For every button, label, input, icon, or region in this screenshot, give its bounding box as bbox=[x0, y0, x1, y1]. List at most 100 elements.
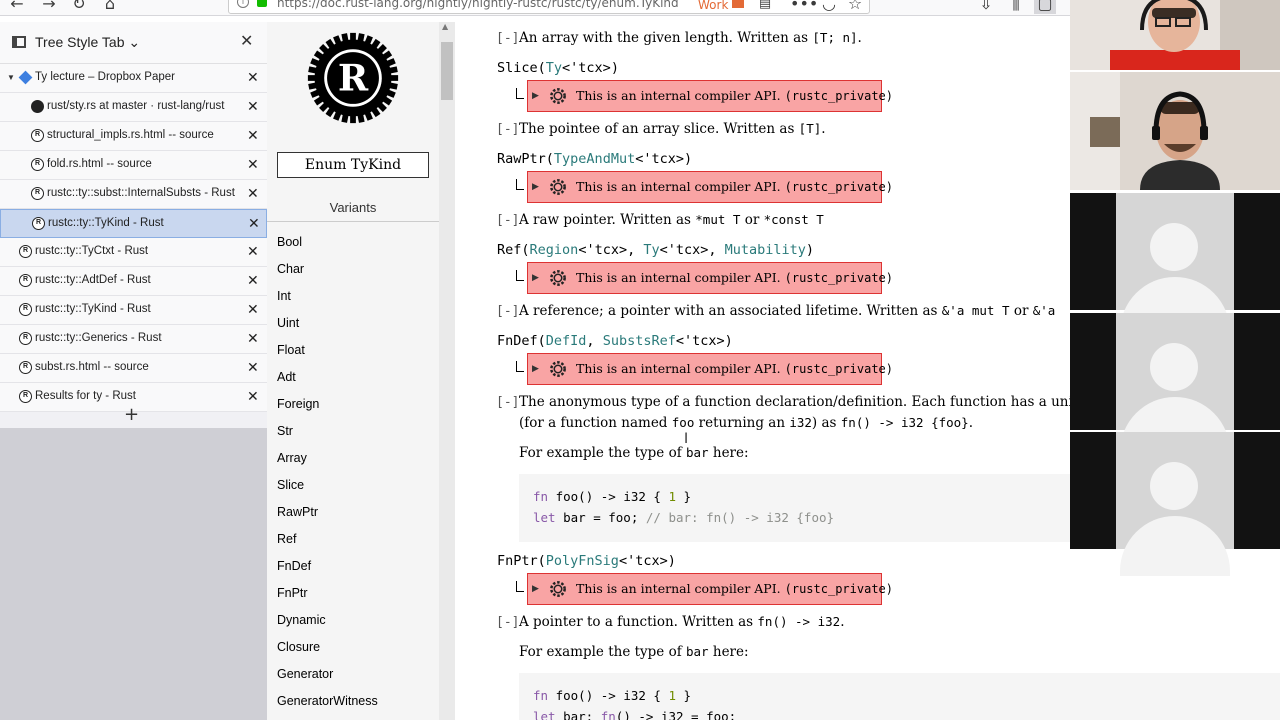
container-icon bbox=[732, 0, 744, 8]
tab-tree: ▼ Ty lecture – Dropbox Paper ✕ rust/sty.rs … bbox=[0, 64, 267, 412]
gear-icon bbox=[550, 581, 566, 597]
tab-tree-empty-area[interactable] bbox=[0, 428, 267, 720]
tab-item[interactable]: Rsubst.rs.html -- source ✕ bbox=[0, 354, 267, 383]
close-tab-icon[interactable]: ✕ bbox=[248, 215, 260, 232]
close-tab-icon[interactable]: ✕ bbox=[247, 98, 259, 115]
sidebar-toggle-icon[interactable]: ▢ bbox=[1034, 0, 1056, 14]
twisty-icon[interactable]: ▼ bbox=[7, 73, 15, 82]
close-tab-icon[interactable]: ✕ bbox=[247, 330, 259, 347]
collapse-toggle[interactable]: [-] bbox=[496, 615, 519, 630]
scroll-up-arrow-icon[interactable]: ▲ bbox=[442, 22, 448, 31]
variant-link[interactable]: Ref bbox=[277, 529, 378, 556]
back-icon[interactable]: ← bbox=[6, 0, 28, 14]
video-participant-placeholder bbox=[1070, 193, 1280, 337]
unstable-banner[interactable]: ▶ This is an internal compiler API. (rust… bbox=[527, 262, 893, 294]
sidebar-scroll-thumb[interactable] bbox=[441, 42, 453, 100]
tab-item[interactable]: Rrustc::ty::subst::InternalSubsts - Rust… bbox=[0, 180, 267, 209]
tab-item[interactable]: Rrustc::ty::TyKind - Rust ✕ bbox=[0, 209, 267, 238]
code-line: let bar: fn() -> i32 = foo; bbox=[533, 709, 737, 720]
expand-arrow-icon[interactable]: ▶ bbox=[532, 574, 539, 604]
close-tab-icon[interactable]: ✕ bbox=[247, 301, 259, 318]
rust-icon: R bbox=[19, 303, 32, 316]
tab-label: rustc::ty::TyKind - Rust bbox=[48, 217, 164, 229]
variant-signature-rawptr: RawPtr(TypeAndMut<'tcx>) bbox=[497, 151, 693, 167]
variant-link[interactable]: Generator bbox=[277, 664, 378, 691]
rust-icon: R bbox=[31, 158, 44, 171]
pocket-icon[interactable]: ◡ bbox=[818, 0, 840, 14]
close-tab-icon[interactable]: ✕ bbox=[247, 243, 259, 260]
tree-corner bbox=[516, 88, 524, 99]
lock-icon bbox=[257, 0, 267, 7]
close-tab-icon[interactable]: ✕ bbox=[247, 388, 259, 405]
variant-link[interactable]: Array bbox=[277, 448, 378, 475]
variant-link[interactable]: Float bbox=[277, 340, 378, 367]
tab-item[interactable]: Rrustc::ty::TyKind - Rust ✕ bbox=[0, 296, 267, 325]
variants-header[interactable]: Variants bbox=[267, 194, 439, 222]
home-icon[interactable]: ⌂ bbox=[99, 0, 121, 14]
collapse-toggle[interactable]: [-] bbox=[496, 122, 519, 137]
variant-link[interactable]: Slice bbox=[277, 475, 378, 502]
tab-item[interactable]: Rrustc::ty::TyCtxt - Rust ✕ bbox=[0, 238, 267, 267]
variant-link[interactable]: Dynamic bbox=[277, 610, 378, 637]
variant-link[interactable]: Char bbox=[277, 259, 378, 286]
collapse-toggle[interactable]: [-] bbox=[496, 213, 519, 228]
expand-arrow-icon[interactable]: ▶ bbox=[532, 81, 539, 111]
close-tab-icon[interactable]: ✕ bbox=[247, 69, 259, 86]
variant-link[interactable]: FnDef bbox=[277, 556, 378, 583]
close-tab-icon[interactable]: ✕ bbox=[247, 185, 259, 202]
browser-toolbar: ← → ↻ ⌂ i https://doc.rust-lang.org/nigh… bbox=[0, 0, 1070, 16]
close-icon[interactable]: ✕ bbox=[240, 31, 253, 50]
download-icon[interactable]: ⇩ bbox=[975, 0, 997, 14]
rust-icon: R bbox=[31, 187, 44, 200]
new-tab-icon[interactable]: + bbox=[124, 404, 139, 425]
chevron-down-icon[interactable]: ⌄ bbox=[128, 34, 140, 50]
unstable-banner[interactable]: ▶ This is an internal compiler API. (rust… bbox=[527, 353, 893, 385]
expand-arrow-icon[interactable]: ▶ bbox=[532, 263, 539, 293]
close-tab-icon[interactable]: ✕ bbox=[247, 359, 259, 376]
forward-icon[interactable]: → bbox=[38, 0, 60, 14]
variant-link[interactable]: Uint bbox=[277, 313, 378, 340]
variant-link[interactable]: Adt bbox=[277, 367, 378, 394]
video-participant-1 bbox=[1070, 0, 1280, 70]
expand-arrow-icon[interactable]: ▶ bbox=[532, 354, 539, 384]
unstable-banner[interactable]: ▶ This is an internal compiler API. (rust… bbox=[527, 80, 893, 112]
variant-link[interactable]: RawPtr bbox=[277, 502, 378, 529]
tab-item[interactable]: Rfold.rs.html -- source ✕ bbox=[0, 151, 267, 180]
variant-link[interactable]: Int bbox=[277, 286, 378, 313]
container-label: Work bbox=[698, 0, 729, 12]
more-icon[interactable]: ••• bbox=[790, 0, 818, 14]
rust-logo[interactable]: R bbox=[305, 30, 401, 126]
close-tab-icon[interactable]: ✕ bbox=[247, 272, 259, 289]
tab-label: Results for ty - Rust bbox=[35, 390, 136, 402]
tab-item[interactable]: Rrustc::ty::AdtDef - Rust ✕ bbox=[0, 267, 267, 296]
reader-icon[interactable]: ▤ bbox=[754, 0, 776, 14]
variant-link[interactable]: Str bbox=[277, 421, 378, 448]
collapse-toggle[interactable]: [-] bbox=[496, 304, 519, 319]
unstable-banner[interactable]: ▶ This is an internal compiler API. (rust… bbox=[527, 573, 893, 605]
tree-corner bbox=[516, 179, 524, 190]
variant-link[interactable]: Bool bbox=[277, 232, 378, 259]
info-icon[interactable]: i bbox=[237, 0, 249, 8]
close-tab-icon[interactable]: ✕ bbox=[247, 127, 259, 144]
tab-item[interactable]: Rstructural_impls.rs.html -- source ✕ bbox=[0, 122, 267, 151]
bookmark-star-icon[interactable]: ☆ bbox=[844, 0, 866, 14]
variant-link[interactable]: Closure bbox=[277, 637, 378, 664]
tab-item[interactable]: rust/sty.rs at master · rust-lang/rust ✕ bbox=[0, 93, 267, 122]
library-icon[interactable]: ⫼ bbox=[1005, 0, 1027, 14]
sidebar-scrollbar[interactable] bbox=[439, 22, 455, 720]
tab-item[interactable]: ▼ Ty lecture – Dropbox Paper ✕ bbox=[0, 64, 267, 93]
variant-link[interactable]: GeneratorWitness bbox=[277, 691, 378, 718]
tab-label: rustc::ty::subst::InternalSubsts - Rust bbox=[47, 187, 235, 199]
reload-icon[interactable]: ↻ bbox=[68, 0, 90, 14]
unstable-banner[interactable]: ▶ This is an internal compiler API. (rust… bbox=[527, 171, 893, 203]
tst-title[interactable]: Tree Style Tab ⌄ bbox=[35, 34, 140, 51]
variant-link[interactable]: Foreign bbox=[277, 394, 378, 421]
collapse-toggle[interactable]: [-] bbox=[496, 31, 519, 46]
close-tab-icon[interactable]: ✕ bbox=[247, 156, 259, 173]
tab-item[interactable]: Rrustc::ty::Generics - Rust ✕ bbox=[0, 325, 267, 354]
expand-arrow-icon[interactable]: ▶ bbox=[532, 172, 539, 202]
github-icon bbox=[31, 100, 44, 113]
variant-link[interactable]: FnPtr bbox=[277, 583, 378, 610]
fnptr-description: A pointer to a function. Written as fn()… bbox=[519, 614, 845, 630]
collapse-toggle[interactable]: [-] bbox=[496, 395, 519, 410]
